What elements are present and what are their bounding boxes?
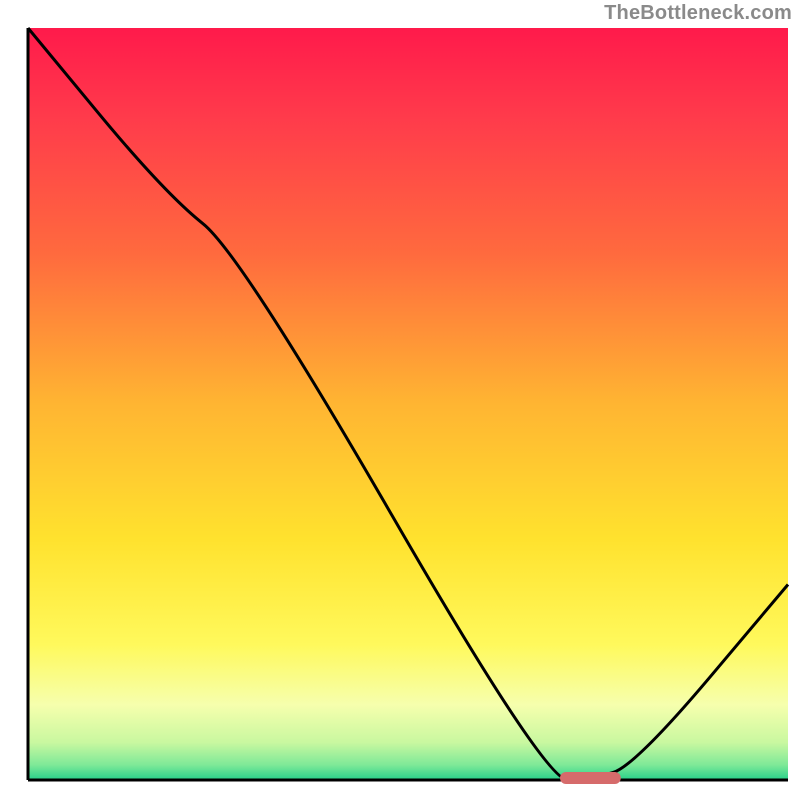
bottleneck-chart: [0, 0, 800, 800]
chart-container: TheBottleneck.com: [0, 0, 800, 800]
plot-background: [28, 28, 788, 780]
watermark-text: TheBottleneck.com: [604, 2, 792, 25]
optimal-range-marker: [560, 772, 621, 784]
